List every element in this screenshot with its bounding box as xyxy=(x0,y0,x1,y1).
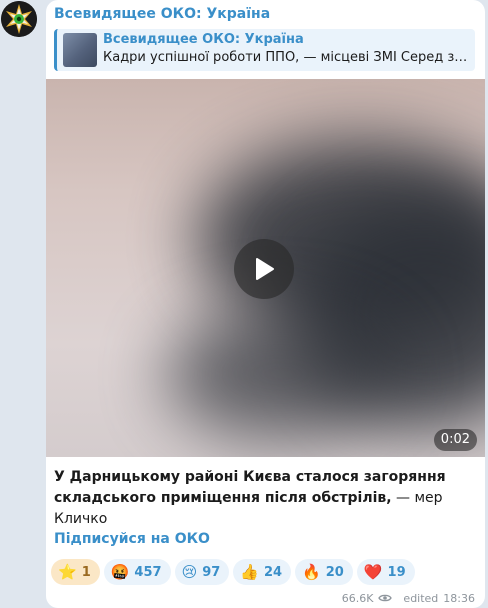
reaction-count: 20 xyxy=(325,564,344,580)
reply-quote[interactable]: Всевидящее ОКО: Україна Кадри успішної р… xyxy=(54,29,475,71)
message-text: У Дарницькому районі Києва сталося загор… xyxy=(54,467,479,530)
play-button[interactable] xyxy=(234,239,294,299)
play-icon xyxy=(256,258,274,280)
reaction-count: 19 xyxy=(387,564,406,580)
channel-name[interactable]: Всевидящее ОКО: Україна xyxy=(54,6,270,22)
video-duration: 0:02 xyxy=(433,429,477,451)
message-text-bold: У Дарницькому районі Києва сталося загор… xyxy=(54,469,446,506)
edited-label: edited xyxy=(403,591,439,605)
reaction-count: 24 xyxy=(263,564,283,580)
reaction-crying[interactable]: 😢 97 xyxy=(174,559,230,585)
message-bubble: Всевидящее ОКО: Україна Всевидящее ОКО: … xyxy=(46,0,485,608)
subscribe-link[interactable]: Підписуйся на ОКО xyxy=(54,531,210,547)
angry-face-icon: 🤬 xyxy=(110,562,130,581)
reaction-heart[interactable]: ❤️ 19 xyxy=(356,559,415,585)
reaction-star[interactable]: ⭐ 1 xyxy=(51,559,100,585)
heart-icon: ❤️ xyxy=(363,562,383,581)
reaction-angry[interactable]: 🤬 457 xyxy=(103,559,171,585)
video-player[interactable]: 0:02 xyxy=(46,79,485,457)
message-time: 18:36 xyxy=(443,591,475,605)
message-meta: 66.6K edited 18:36 xyxy=(342,590,475,606)
reply-text: Кадри успішної роботи ППО, — місцеві ЗМІ… xyxy=(103,50,471,65)
channel-avatar[interactable] xyxy=(1,1,37,37)
view-count: 66.6K xyxy=(341,591,374,605)
fire-icon: 🔥 xyxy=(302,562,321,581)
crying-face-icon: 😢 xyxy=(181,562,198,581)
reaction-count: 97 xyxy=(202,564,221,580)
reaction-fire[interactable]: 🔥 20 xyxy=(295,559,353,585)
reactions-bar: ⭐ 1 🤬 457 😢 97 👍 24 🔥 20 ❤️ 19 xyxy=(51,559,415,585)
eye-logo-icon xyxy=(1,1,37,37)
star-icon: ⭐ xyxy=(58,562,77,581)
eye-icon xyxy=(378,594,393,602)
thumbs-up-icon: 👍 xyxy=(240,562,259,581)
reply-thumbnail xyxy=(63,33,97,67)
reaction-count: 457 xyxy=(134,564,162,580)
reaction-count: 1 xyxy=(81,564,91,580)
video-smoke xyxy=(166,309,396,439)
reaction-thumbs-up[interactable]: 👍 24 xyxy=(233,559,292,585)
reply-title: Всевидящее ОКО: Україна xyxy=(103,32,304,47)
